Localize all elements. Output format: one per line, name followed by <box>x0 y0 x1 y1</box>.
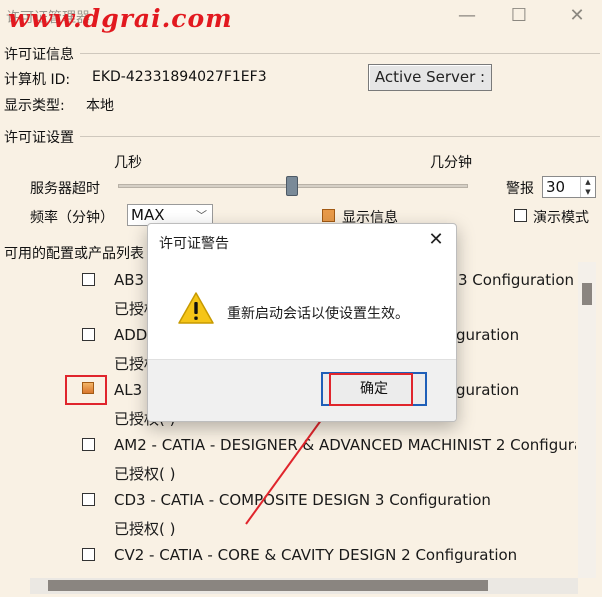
license-warning-dialog: 许可证警告 ✕ 重新启动会话以使设置生效。 确定 <box>147 223 457 422</box>
dialog-message: 重新启动会话以使设置生效。 <box>227 306 409 322</box>
highlight-box <box>329 373 413 406</box>
dialog-title: 许可证警告 <box>159 236 229 252</box>
dialog-close-icon[interactable]: ✕ <box>424 229 448 251</box>
warning-icon <box>178 292 214 324</box>
